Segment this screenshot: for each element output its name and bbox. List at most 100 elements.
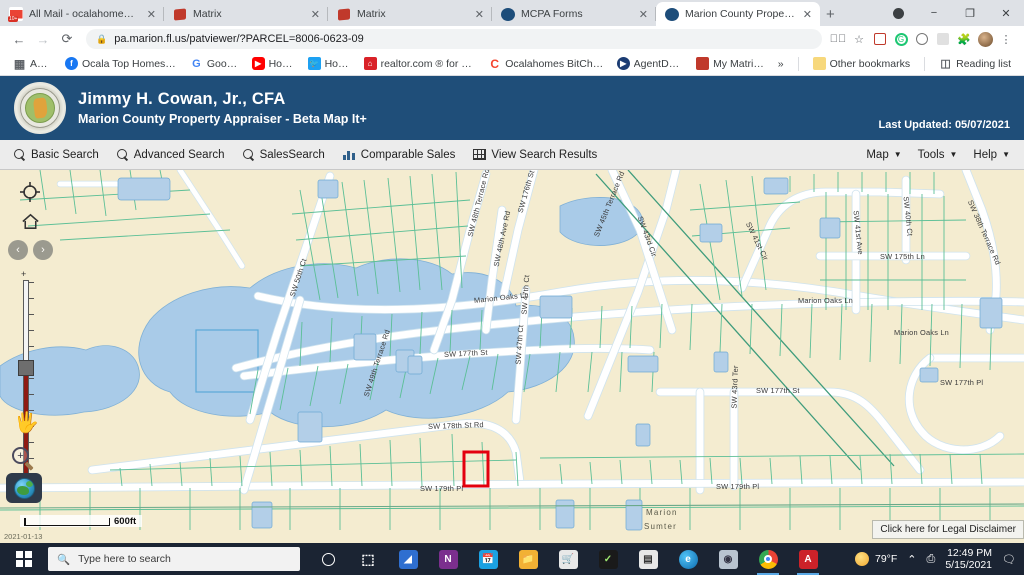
- street-label: SW 177th St: [756, 386, 800, 395]
- onenote-icon[interactable]: N: [428, 543, 468, 575]
- calculator-icon[interactable]: ▤: [628, 543, 668, 575]
- extension-red-icon[interactable]: [872, 31, 888, 47]
- close-window-button[interactable]: ✕: [988, 0, 1024, 26]
- puzzle-icon[interactable]: 🧩: [956, 31, 972, 47]
- minimize-button[interactable]: −: [916, 0, 952, 26]
- bookmark-twitter-home[interactable]: 🐦 Home: [302, 55, 358, 72]
- zoom-magnifier-icon[interactable]: +: [12, 447, 34, 469]
- bookmark-apps[interactable]: ▦ Apps: [7, 55, 59, 72]
- browser-tab-1[interactable]: Matrix ✕: [164, 2, 328, 26]
- browser-tab-3[interactable]: MCPA Forms ✕: [492, 2, 656, 26]
- menu-view-search-results[interactable]: View Search Results: [473, 149, 597, 161]
- adobe-acrobat-icon[interactable]: A: [788, 543, 828, 575]
- notification-icon[interactable]: 🗨: [1002, 553, 1016, 566]
- menu-advanced-search[interactable]: Advanced Search: [117, 149, 225, 161]
- bookmark-my-matrix[interactable]: My Matrix »: [690, 55, 772, 72]
- search-icon: 🔍: [57, 553, 70, 566]
- paint-3d-icon[interactable]: ◉: [708, 543, 748, 575]
- tab-title: Marion County Property App: [685, 8, 795, 20]
- divider: [798, 57, 799, 71]
- legal-disclaimer-link[interactable]: Click here for Legal Disclaimer: [872, 520, 1024, 539]
- menu-tools-dropdown[interactable]: Tools ▼: [918, 149, 958, 161]
- profile-avatar[interactable]: [977, 31, 993, 47]
- menu-label: SalesSearch: [260, 149, 325, 161]
- forward-button[interactable]: →: [32, 28, 54, 50]
- taskbar-search-input[interactable]: 🔍 Type here to search: [48, 547, 300, 571]
- extension-circle-icon[interactable]: [914, 31, 930, 47]
- three-dot-menu[interactable]: ⋮: [998, 31, 1014, 47]
- tab-close-icon[interactable]: ✕: [145, 8, 158, 21]
- zoom-slider-thumb[interactable]: [18, 360, 34, 376]
- maximize-button[interactable]: ❐: [952, 0, 988, 26]
- bookmark-realtor[interactable]: ⌂ realtor.com ® for pr...: [358, 55, 483, 72]
- tab-title: Matrix: [193, 8, 303, 20]
- menu-label: Advanced Search: [134, 149, 225, 161]
- search-placeholder: Type here to search: [78, 553, 171, 565]
- windows-start-icon[interactable]: [2, 543, 46, 575]
- bookmark-label: Home: [269, 58, 296, 70]
- reading-list-button[interactable]: ◫ Reading list: [933, 55, 1017, 72]
- other-bookmarks-button[interactable]: Other bookmarks: [807, 55, 917, 72]
- locate-crosshair-icon[interactable]: [20, 182, 40, 202]
- menu-map-dropdown[interactable]: Map ▼: [866, 149, 901, 161]
- cortana-icon[interactable]: [308, 543, 348, 575]
- reading-list-label: Reading list: [956, 58, 1011, 70]
- tab-close-icon[interactable]: ✕: [801, 8, 814, 21]
- snip-sketch-icon[interactable]: ◢: [388, 543, 428, 575]
- task-view-icon[interactable]: ⬚: [348, 543, 388, 575]
- last-updated-label: Last Updated: 05/07/2021: [879, 119, 1010, 131]
- bookmark-agentdash[interactable]: ▶ AgentDash: [611, 55, 690, 72]
- browser-tab-4-active[interactable]: Marion County Property App ✕: [656, 2, 820, 26]
- agentdash-icon: ▶: [617, 57, 630, 70]
- eye-slash-icon[interactable]: 👁⃠: [830, 31, 846, 47]
- new-tab-button[interactable]: +: [826, 6, 835, 23]
- address-bar[interactable]: 🔒 pa.marion.fl.us/patviewer/?PARCEL=8006…: [86, 29, 822, 49]
- app-subtitle: Marion County Property Appraiser - Beta …: [78, 112, 367, 126]
- file-explorer-icon[interactable]: 📁: [508, 543, 548, 575]
- bookmark-bitchute[interactable]: C Ocalahomes BitChute: [482, 55, 610, 72]
- extension-green-icon[interactable]: G: [893, 31, 909, 47]
- browser-tab-0[interactable]: 10+ All Mail - ocalahomes4you@ ✕: [0, 2, 164, 26]
- tab-close-icon[interactable]: ✕: [309, 8, 322, 21]
- map-next-extent-button[interactable]: ›: [33, 240, 53, 260]
- bar-chart-icon: [343, 149, 356, 160]
- twitter-icon: 🐦: [308, 57, 321, 70]
- browser-tab-2[interactable]: Matrix ✕: [328, 2, 492, 26]
- taskbar-clock[interactable]: 12:49 PM 5/15/2021: [945, 547, 992, 571]
- map-previous-extent-button[interactable]: ‹: [8, 240, 28, 260]
- reload-button[interactable]: ⟳: [56, 28, 78, 50]
- tray-chevron-icon[interactable]: ⌃: [907, 553, 916, 566]
- menu-label: Basic Search: [31, 149, 99, 161]
- pan-hand-icon[interactable]: 🖐: [14, 410, 39, 435]
- parcel-map[interactable]: .pl { fill: none; stroke: #5bbf96; strok…: [0, 170, 1024, 543]
- globe-basemap-icon[interactable]: [6, 473, 42, 503]
- profile-badge-icon[interactable]: [880, 0, 916, 26]
- matrix-icon: [337, 7, 351, 21]
- menu-comparable-sales[interactable]: Comparable Sales: [343, 149, 456, 161]
- bookmark-youtube-home[interactable]: ▶ Home: [246, 55, 302, 72]
- google-chrome-icon[interactable]: [748, 543, 788, 575]
- weather-widget[interactable]: 79°F: [855, 552, 897, 566]
- bookmark-ocala-top-homes[interactable]: f Ocala Top Homes -...: [59, 55, 184, 72]
- street-label: SW 179th Pl: [716, 482, 759, 491]
- microsoft-edge-icon[interactable]: e: [668, 543, 708, 575]
- back-button[interactable]: ←: [8, 28, 30, 50]
- calendar-icon[interactable]: 📅: [468, 543, 508, 575]
- star-icon[interactable]: ☆: [851, 31, 867, 47]
- bookmark-google[interactable]: G Google: [184, 55, 246, 72]
- bookmarks-overflow-button[interactable]: »: [772, 56, 790, 72]
- menu-sales-search[interactable]: SalesSearch: [243, 149, 325, 161]
- dark-app-icon[interactable]: ✓: [588, 543, 628, 575]
- home-icon[interactable]: [20, 211, 41, 232]
- extension-grey-icon[interactable]: [935, 31, 951, 47]
- search-icon: [243, 149, 255, 161]
- menu-basic-search[interactable]: Basic Search: [14, 149, 99, 161]
- tray-device-icon[interactable]: ⎙: [927, 553, 936, 566]
- tab-close-icon[interactable]: ✕: [473, 8, 486, 21]
- chevron-down-icon: ▼: [950, 150, 958, 159]
- microsoft-store-icon[interactable]: 🛒: [548, 543, 588, 575]
- tab-close-icon[interactable]: ✕: [637, 8, 650, 21]
- url-text: pa.marion.fl.us/patviewer/?PARCEL=8006-0…: [114, 33, 364, 45]
- mcpa-icon: [501, 8, 515, 21]
- menu-help-dropdown[interactable]: Help ▼: [973, 149, 1010, 161]
